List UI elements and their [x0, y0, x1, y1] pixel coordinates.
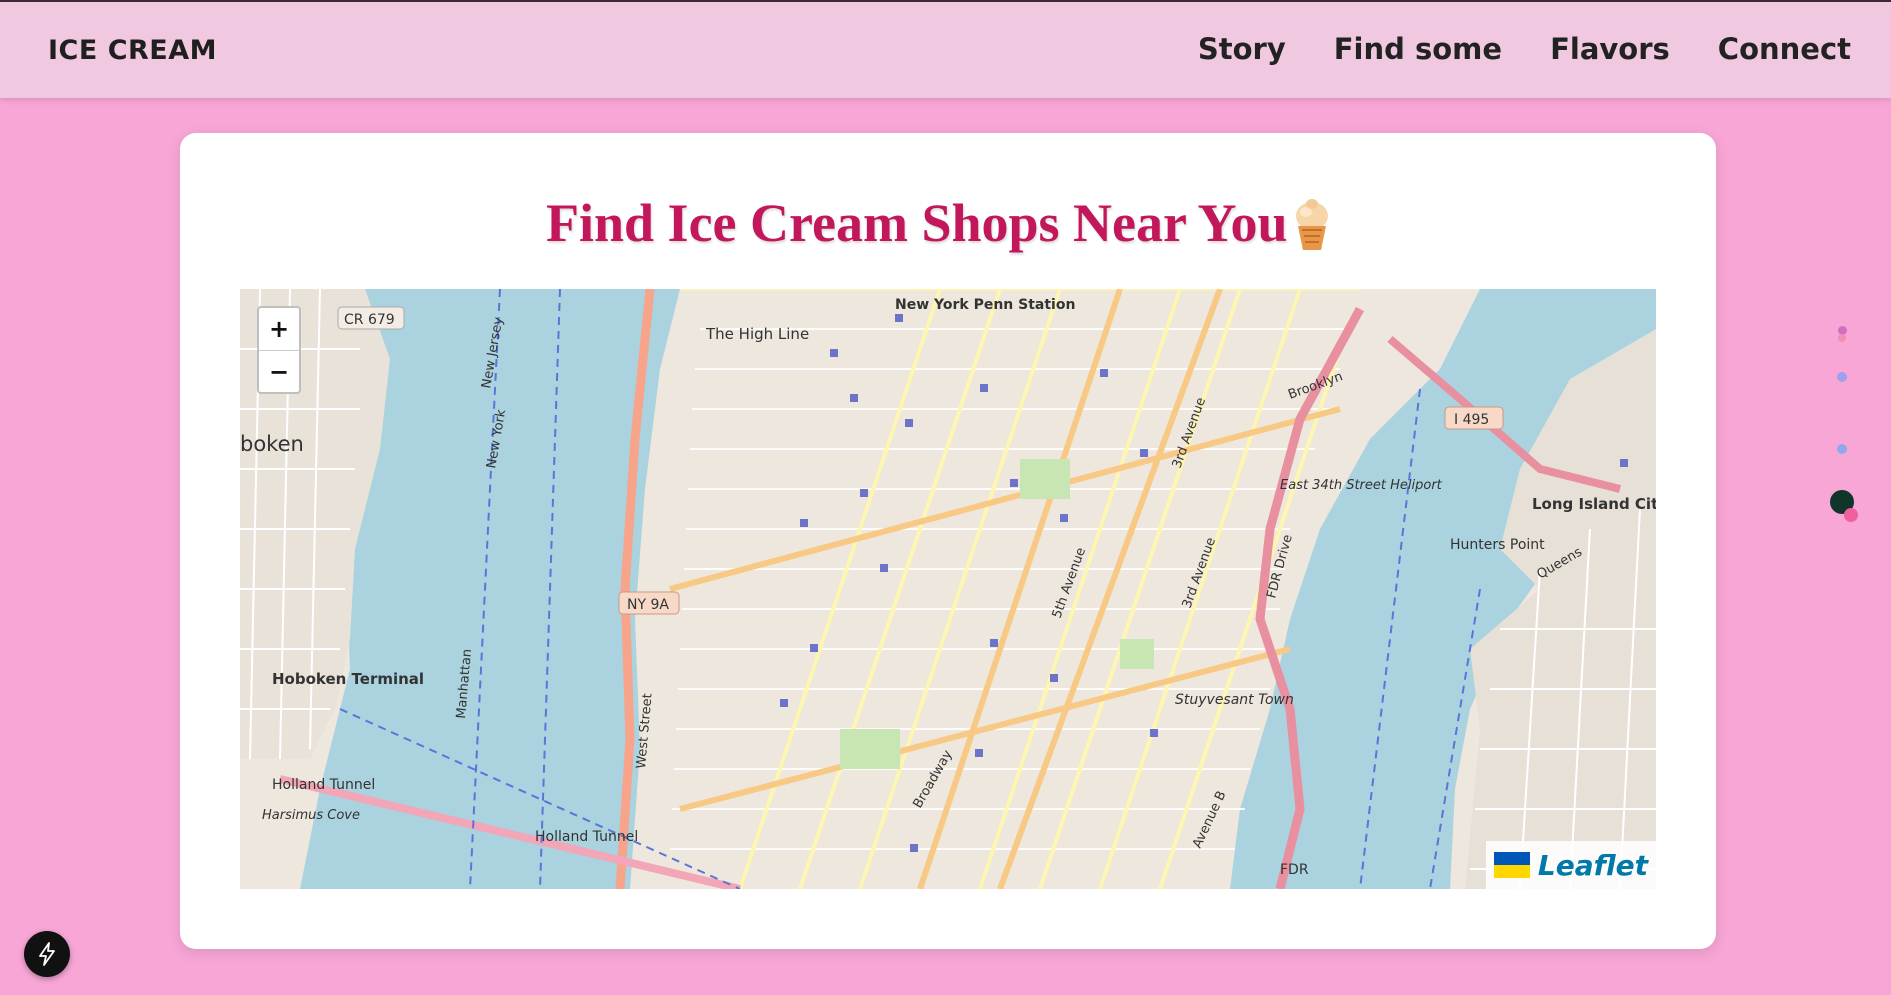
- map-label-hoboken: boken: [240, 432, 304, 456]
- page-title: Find Ice Cream Shops Near You: [546, 193, 1288, 253]
- lightning-button[interactable]: [24, 931, 70, 977]
- map-container[interactable]: CR 679 NY 9A I 495 boken Hoboken Termina…: [240, 289, 1656, 889]
- ukraine-flag-icon: [1493, 852, 1530, 878]
- map-label-ny9a: NY 9A: [627, 597, 669, 613]
- brand-logo[interactable]: ICE CREAM: [48, 35, 217, 66]
- map-label-penn-station: New York Penn Station: [895, 297, 1075, 313]
- nav-find-some[interactable]: Find some: [1334, 32, 1502, 66]
- map-tiles[interactable]: CR 679 NY 9A I 495 boken Hoboken Termina…: [240, 289, 1656, 889]
- map-label-fdr: FDR: [1280, 862, 1309, 878]
- map-label-lic: Long Island City: [1532, 495, 1656, 513]
- map-label-i495: I 495: [1454, 412, 1489, 428]
- lightning-bolt-icon: [39, 942, 55, 966]
- map-label-hoboken-terminal: Hoboken Terminal: [272, 670, 424, 688]
- zoom-out-button[interactable]: −: [259, 350, 299, 393]
- map-label-stuy: Stuyvesant Town: [1175, 692, 1294, 708]
- map-label-holland-2: Holland Tunnel: [535, 829, 638, 845]
- leaflet-link[interactable]: Leaflet: [1538, 849, 1648, 882]
- map-label-hunters: Hunters Point: [1450, 537, 1545, 553]
- map-label-harsimus: Harsimus Cove: [262, 808, 360, 823]
- zoom-in-button[interactable]: +: [259, 308, 299, 350]
- nav-connect[interactable]: Connect: [1718, 32, 1851, 66]
- nav-flavors[interactable]: Flavors: [1550, 32, 1670, 66]
- map-label-high-line: The High Line: [705, 325, 809, 343]
- decorative-dots: [1828, 322, 1868, 542]
- map-label-cr679: CR 679: [344, 312, 395, 328]
- map-attribution: Leaflet: [1485, 841, 1656, 889]
- top-navbar: ICE CREAM Story Find some Flavors Connec…: [0, 0, 1891, 98]
- zoom-control: + −: [257, 306, 301, 394]
- ice-cream-cone-icon: [1296, 199, 1328, 250]
- nav-links: Story Find some Flavors Connect: [1198, 32, 1851, 66]
- map-label-heliport: East 34th Street Heliport: [1280, 478, 1443, 493]
- nav-story[interactable]: Story: [1198, 32, 1286, 66]
- map-label-holland-1: Holland Tunnel: [272, 777, 375, 793]
